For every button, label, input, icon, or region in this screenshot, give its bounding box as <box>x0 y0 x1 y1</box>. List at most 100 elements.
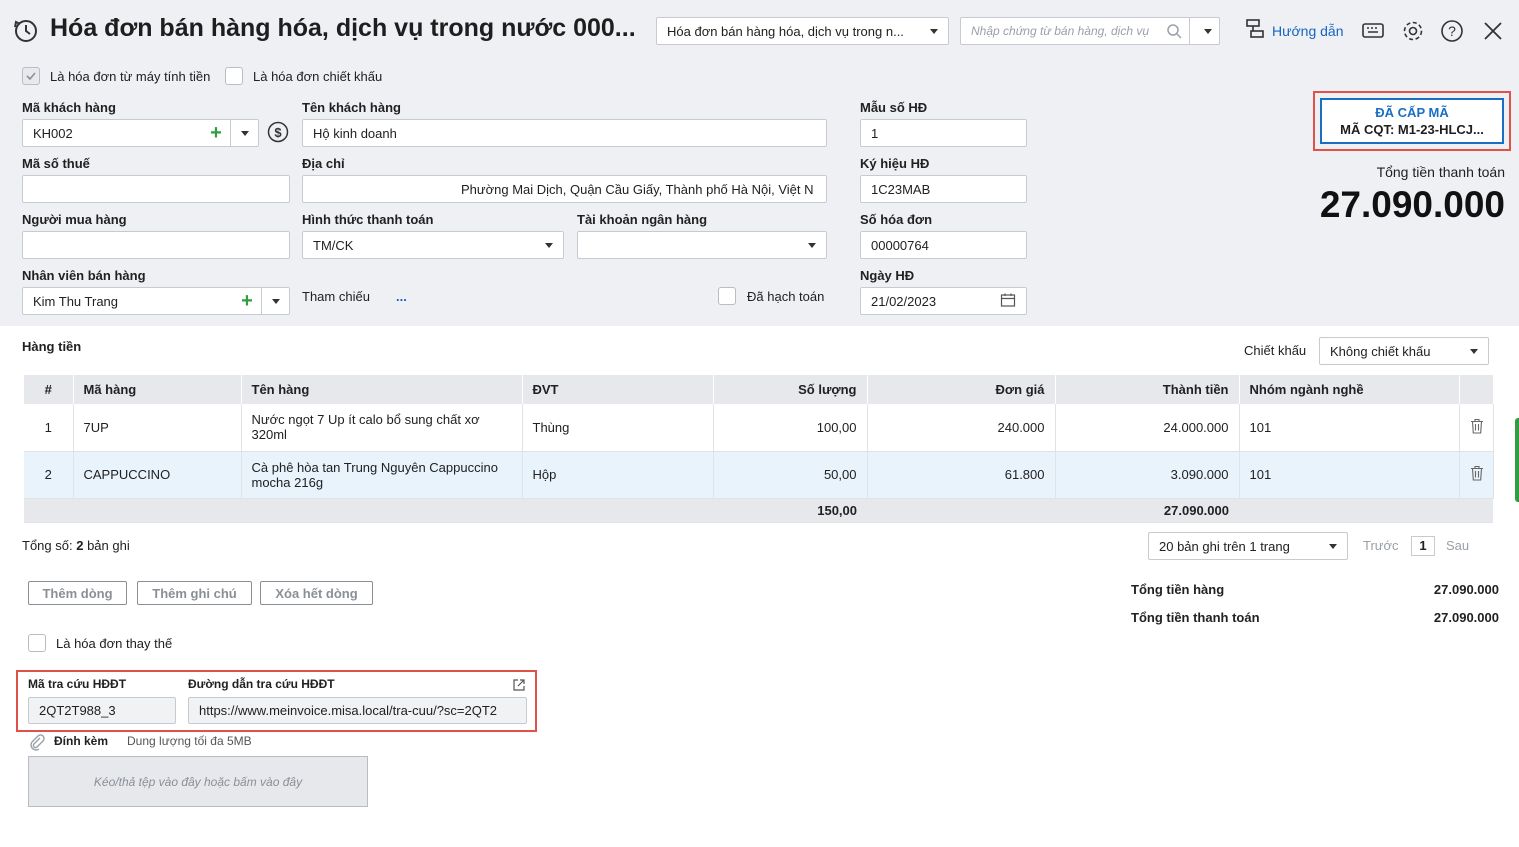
replacement-label: Là hóa đơn thay thế <box>56 635 173 651</box>
external-link-icon[interactable] <box>512 678 526 695</box>
discount-invoice-checkbox[interactable] <box>225 67 243 85</box>
attachment-dropzone[interactable]: Kéo/thả tệp vào đây hoặc bấm vào đây <box>28 756 368 807</box>
reference-link[interactable]: ... <box>396 289 407 304</box>
item-quantity[interactable]: 50,00 <box>713 451 868 499</box>
posted-flag[interactable]: Đã hạch toán <box>718 287 824 305</box>
discount-select[interactable]: Không chiết khấu <box>1319 337 1489 365</box>
item-name[interactable]: Nước ngọt 7 Up ít calo bổ sung chất xơ 3… <box>241 404 523 452</box>
customer-code-dropdown[interactable] <box>230 120 258 146</box>
chevron-down-icon <box>1329 543 1337 549</box>
delete-all-rows-button[interactable]: Xóa hết dòng <box>260 581 373 605</box>
trash-icon[interactable] <box>1459 451 1494 499</box>
search-icon[interactable] <box>1159 18 1189 44</box>
buyer-input[interactable] <box>22 231 290 259</box>
item-price[interactable]: 240.000 <box>867 404 1056 452</box>
reference-label: Tham chiếu <box>302 289 370 304</box>
customer-name-input[interactable]: Hộ kinh doanh <box>302 119 827 147</box>
tax-code-input[interactable] <box>22 175 290 203</box>
guide-link[interactable]: Hướng dẫn <box>1244 18 1343 43</box>
prev-page-button[interactable]: Trước <box>1363 538 1399 553</box>
page-size-select[interactable]: 20 bản ghi trên 1 trang <box>1148 532 1348 560</box>
gear-icon[interactable] <box>1400 18 1426 44</box>
payment-method-value: TM/CK <box>313 237 354 253</box>
add-note-button[interactable]: Thêm ghi chú <box>137 581 252 605</box>
column-header[interactable]: Đơn giá <box>867 375 1056 404</box>
address-label: Địa chỉ <box>302 156 345 171</box>
column-header[interactable]: ĐVT <box>522 375 714 404</box>
invoice-symbol-input[interactable]: 1C23MAB <box>860 175 1027 203</box>
table-row[interactable]: 2 CAPPUCCINO Cà phê hòa tan Trung Nguyên… <box>24 451 1494 499</box>
item-unit[interactable]: Thùng <box>522 404 714 452</box>
next-page-button[interactable]: Sau <box>1446 538 1469 553</box>
tax-code-label: Mã số thuế <box>22 156 90 171</box>
record-count: Tổng số: 2 bản ghi <box>22 538 130 553</box>
discount-label: Chiết khấu <box>1244 343 1307 358</box>
attachment-hint: Dung lượng tối đa 5MB <box>127 734 252 748</box>
row-index: 1 <box>24 404 74 452</box>
form-number-input[interactable]: 1 <box>860 119 1027 147</box>
redacted-mask <box>400 125 471 141</box>
record-count-prefix: Tổng số: <box>22 538 73 553</box>
invoice-type-select[interactable]: Hóa đơn bán hàng hóa, dịch vụ trong n... <box>656 17 949 45</box>
currency-icon[interactable]: $ <box>267 121 289 146</box>
column-header[interactable]: Thành tiền <box>1055 375 1240 404</box>
discount-invoice-flag[interactable]: Là hóa đơn chiết khấu <box>225 67 382 85</box>
calendar-icon[interactable] <box>1000 292 1016 311</box>
cash-register-flag[interactable]: Là hóa đơn từ máy tính tiền <box>22 67 210 85</box>
invoice-symbol-label: Ký hiệu HĐ <box>860 156 930 171</box>
side-panel-handle[interactable] <box>1515 418 1519 502</box>
goods-total-value: 27.090.000 <box>1433 582 1499 597</box>
bank-account-select[interactable] <box>577 231 827 259</box>
table-row[interactable]: 1 7UP Nước ngọt 7 Up ít calo bổ sung chấ… <box>24 404 1494 452</box>
sales-staff-dropdown[interactable] <box>261 288 289 314</box>
invoice-date-input[interactable]: 21/02/2023 <box>860 287 1027 315</box>
history-icon[interactable] <box>12 17 40 45</box>
column-header[interactable]: Số lượng <box>713 375 868 404</box>
item-code[interactable]: CAPPUCCINO <box>73 451 242 499</box>
payment-total-label: Tổng tiền thanh toán <box>1131 610 1260 625</box>
column-header-actions <box>1459 375 1494 404</box>
item-amount[interactable]: 24.000.000 <box>1055 404 1240 452</box>
search-box[interactable]: Nhập chứng từ bán hàng, dịch vụ <box>960 17 1220 45</box>
add-customer-icon[interactable]: + <box>202 120 230 146</box>
payment-method-select[interactable]: TM/CK <box>302 231 564 259</box>
chevron-down-icon <box>545 242 553 248</box>
lookup-url-input[interactable]: https://www.meinvoice.misa.local/tra-cuu… <box>188 697 527 724</box>
sales-staff-field[interactable]: Kim Thu Trang + <box>22 287 290 315</box>
close-icon[interactable] <box>1480 18 1506 44</box>
lookup-code-input[interactable]: 2QT2T988_3 <box>28 697 176 724</box>
search-dropdown-button[interactable] <box>1189 18 1219 44</box>
item-quantity[interactable]: 100,00 <box>713 404 868 452</box>
search-input[interactable]: Nhập chứng từ bán hàng, dịch vụ <box>961 24 1159 38</box>
replacement-checkbox[interactable] <box>28 634 46 652</box>
guide-label: Hướng dẫn <box>1272 22 1344 39</box>
status-line-1: ĐÃ CẤP MÃ <box>1375 105 1449 120</box>
item-unit[interactable]: Hộp <box>522 451 714 499</box>
item-group[interactable]: 101 <box>1239 404 1460 452</box>
trash-icon[interactable] <box>1459 404 1494 452</box>
customer-name-value: Hộ kinh doanh <box>313 125 397 141</box>
current-page[interactable]: 1 <box>1411 536 1435 556</box>
cash-register-checkbox[interactable] <box>22 67 40 85</box>
column-header[interactable]: Tên hàng <box>241 375 523 404</box>
invoice-number-input[interactable]: 00000764 <box>860 231 1027 259</box>
add-staff-icon[interactable]: + <box>233 288 261 314</box>
column-header[interactable]: Nhóm ngành nghề <box>1239 375 1460 404</box>
address-input[interactable]: Phường Mai Dịch, Quận Cầu Giấy, Thành ph… <box>302 175 827 203</box>
keyboard-icon[interactable] <box>1360 18 1386 44</box>
item-code[interactable]: 7UP <box>73 404 242 452</box>
footer-amount: 27.090.000 <box>1055 498 1239 523</box>
help-icon[interactable]: ? <box>1439 18 1465 44</box>
item-amount[interactable]: 3.090.000 <box>1055 451 1240 499</box>
tax-code-status-button[interactable]: ĐÃ CẤP MÃ MÃ CQT: M1-23-HLCJ... <box>1320 98 1504 144</box>
customer-code-field[interactable]: KH002 + <box>22 119 259 147</box>
item-name[interactable]: Cà phê hòa tan Trung Nguyên Cappuccino m… <box>241 451 523 499</box>
item-group[interactable]: 101 <box>1239 451 1460 499</box>
column-header[interactable]: # <box>24 375 74 404</box>
replacement-flag[interactable]: Là hóa đơn thay thế <box>28 634 172 652</box>
posted-checkbox[interactable] <box>718 287 736 305</box>
item-price[interactable]: 61.800 <box>867 451 1056 499</box>
chevron-down-icon <box>271 298 280 304</box>
add-row-button[interactable]: Thêm dòng <box>28 581 127 605</box>
column-header[interactable]: Mã hàng <box>73 375 242 404</box>
